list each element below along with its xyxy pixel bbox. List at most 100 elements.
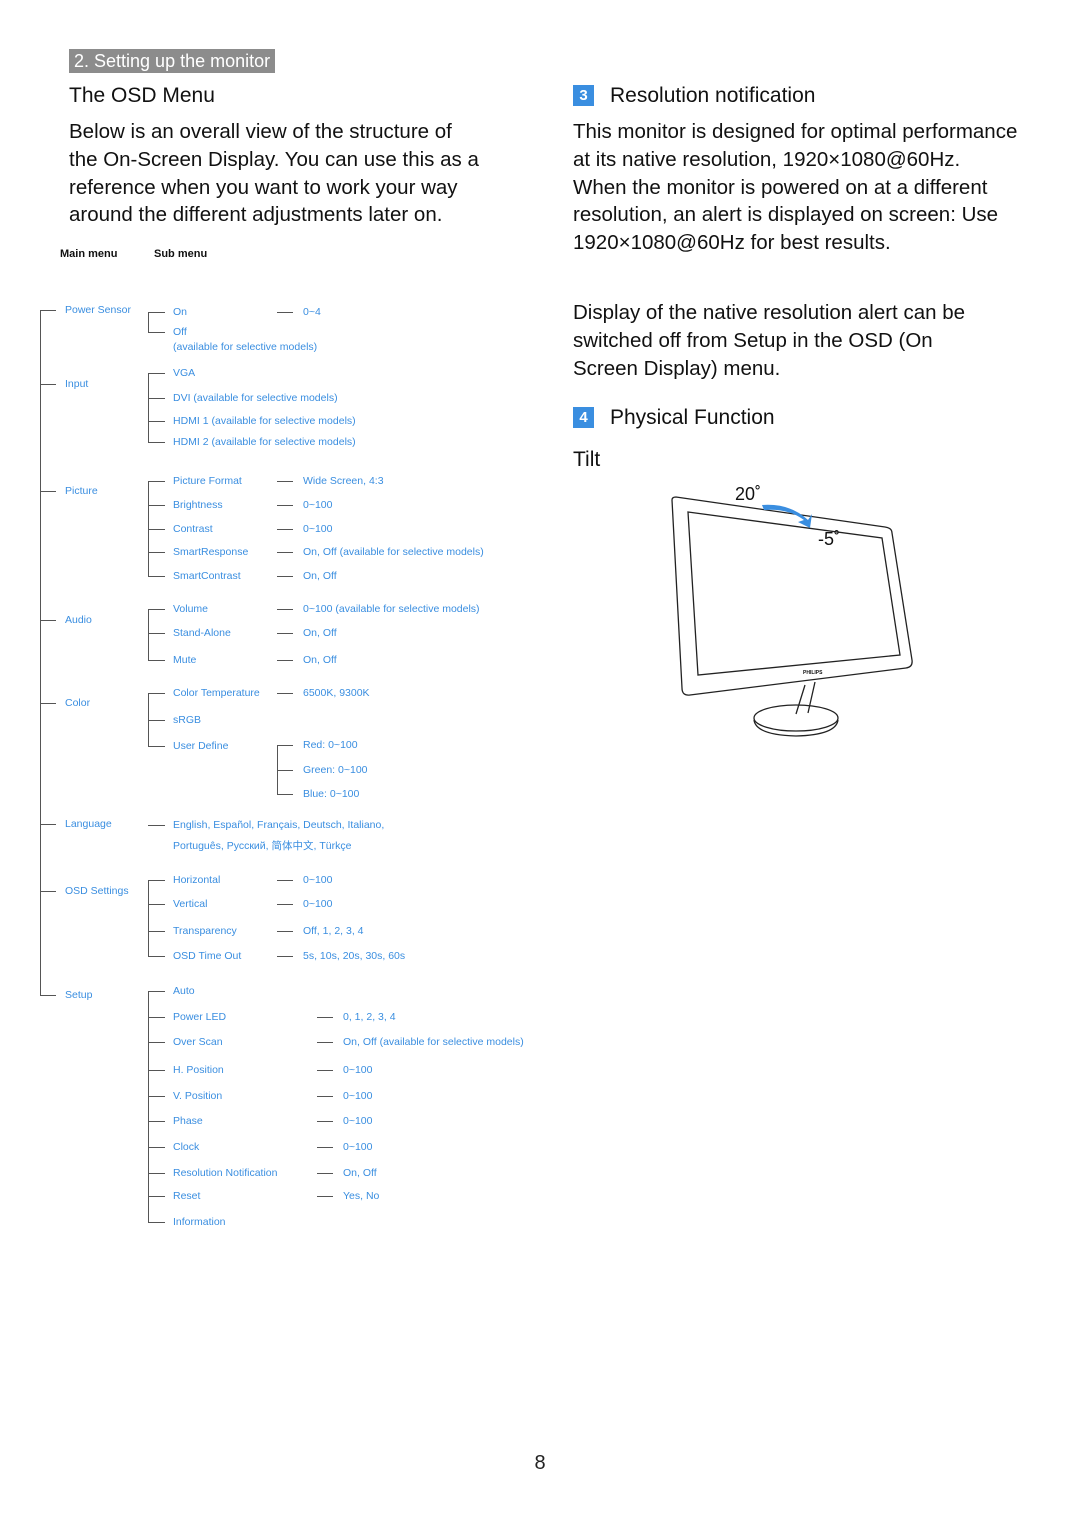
sub-menu-item: On xyxy=(173,306,188,318)
section-4-title: Physical Function xyxy=(610,406,775,429)
sub-menu-item: Color Temperature xyxy=(173,687,260,699)
sub-connector xyxy=(148,693,165,695)
sub-connector xyxy=(148,1196,165,1198)
sub-menu-header: Sub menu xyxy=(154,248,208,260)
value-connector xyxy=(277,880,293,882)
sub-menu-item: sRGB xyxy=(173,714,202,726)
page-number: 8 xyxy=(534,1452,546,1474)
sub-menu-item: SmartResponse xyxy=(173,546,249,558)
sub-menu-item: Phase xyxy=(173,1115,203,1127)
main-connector xyxy=(40,995,56,997)
value-connector xyxy=(277,745,293,747)
sub-menu-item: DVI (available for selective models) xyxy=(173,392,338,404)
sub-connector xyxy=(148,1042,165,1044)
option-values: 6500K, 9300K xyxy=(303,687,370,699)
value-connector xyxy=(277,956,293,958)
sub-menu-item: Volume xyxy=(173,603,209,615)
value-connector xyxy=(317,1147,333,1149)
sub-menu-item: Vertical xyxy=(173,898,208,910)
section-3-title: Resolution notification xyxy=(610,84,816,107)
sub-menu-item: Transparency xyxy=(173,925,237,937)
option-values: 0~100 xyxy=(343,1141,373,1153)
value-connector xyxy=(277,904,293,906)
option-values: 0, 1, 2, 3, 4 xyxy=(343,1011,396,1023)
section-3-number: 3 xyxy=(573,85,594,106)
sub-connector xyxy=(148,529,165,531)
value-connector xyxy=(317,1017,333,1019)
sub-menu-item: SmartContrast xyxy=(173,570,241,582)
monitor-neck xyxy=(795,681,816,715)
sub-connector xyxy=(148,1017,165,1019)
option-values: On, Off (available for selective models) xyxy=(343,1036,524,1048)
sub-menu-item: Clock xyxy=(173,1141,200,1153)
sub-connector xyxy=(148,1121,165,1123)
sub-connector xyxy=(148,1096,165,1098)
value-connector xyxy=(317,1121,333,1123)
option-values: 0~100 xyxy=(343,1115,373,1127)
option-values: Green: 0~100 xyxy=(303,764,368,776)
option-values: Blue: 0~100 xyxy=(303,788,360,800)
sub-menu-item: Horizontal xyxy=(173,874,221,886)
option-values: 0~100 xyxy=(303,499,333,511)
sub-bracket-line xyxy=(148,991,150,1222)
sub-menu-item: Reset xyxy=(173,1190,201,1202)
section-4-heading: 4 Physical Function xyxy=(573,406,775,430)
sub-connector xyxy=(148,720,165,722)
sub-menu-item: VGA xyxy=(173,367,196,379)
sub-connector xyxy=(148,746,165,748)
sub-menu-item: Português, Русский, 简体中文, Türkçe xyxy=(173,840,352,852)
main-menu-item-audio: Audio xyxy=(65,614,92,626)
sub-connector xyxy=(148,421,165,423)
sub-menu-item: (available for selective models) xyxy=(173,341,318,353)
main-menu-item-setup: Setup xyxy=(65,989,93,1001)
monitor-screen xyxy=(687,511,901,676)
sub-connector xyxy=(148,609,165,611)
main-menu-header: Main menu xyxy=(60,248,118,260)
monitor-base xyxy=(753,704,839,732)
sub-menu-item: HDMI 2 (available for selective models) xyxy=(173,436,356,448)
option-values: On, Off xyxy=(303,627,337,639)
value-connector xyxy=(317,1196,333,1198)
sub-connector xyxy=(148,904,165,906)
sub-menu-item: H. Position xyxy=(173,1064,224,1076)
sub-connector xyxy=(148,880,165,882)
osd-menu-title: The OSD Menu xyxy=(69,84,215,107)
sub-menu-item: Off xyxy=(173,326,187,338)
value-connector xyxy=(277,576,293,578)
option-values: 0~100 xyxy=(303,523,333,535)
sub-bracket-line xyxy=(148,609,150,660)
sub-connector xyxy=(148,442,165,444)
monitor-tilt-illustration: 20˚ -5˚ PHILIPS xyxy=(671,484,913,737)
resolution-paragraph-2: Display of the native resolution alert c… xyxy=(573,301,966,380)
value-connector xyxy=(277,931,293,933)
option-values: 0~100 xyxy=(303,874,333,886)
sub-bracket-line xyxy=(148,312,150,332)
value-connector xyxy=(277,481,293,483)
brand-logo: PHILIPS xyxy=(803,670,823,676)
value-connector xyxy=(317,1042,333,1044)
sub-connector xyxy=(148,931,165,933)
main-connector xyxy=(40,384,56,386)
value-connector xyxy=(317,1070,333,1072)
main-connector xyxy=(40,891,56,893)
option-values: 0~4 xyxy=(303,306,321,318)
sub-menu-item: Contrast xyxy=(173,523,213,535)
value-connector xyxy=(277,633,293,635)
option-values: Off, 1, 2, 3, 4 xyxy=(303,925,364,937)
value-connector xyxy=(317,1096,333,1098)
sub-menu-item: Stand-Alone xyxy=(173,627,231,639)
option-values: On, Off (available for selective models) xyxy=(303,546,484,558)
value-connector xyxy=(277,609,293,611)
sub-menu-item: OSD Time Out xyxy=(173,950,242,962)
main-connector xyxy=(40,491,56,493)
main-menu-item-osd-settings: OSD Settings xyxy=(65,885,129,897)
sub-menu-item: User Define xyxy=(173,740,229,752)
sub-connector xyxy=(148,633,165,635)
sub-connector xyxy=(148,1173,165,1175)
tilt-arrow-icon xyxy=(762,504,812,528)
value-connector xyxy=(317,1173,333,1175)
main-connector xyxy=(40,703,56,705)
sub-menu-item: Auto xyxy=(173,985,195,997)
main-menu-item-picture: Picture xyxy=(65,485,98,497)
sub-menu-item: Brightness xyxy=(173,499,223,511)
